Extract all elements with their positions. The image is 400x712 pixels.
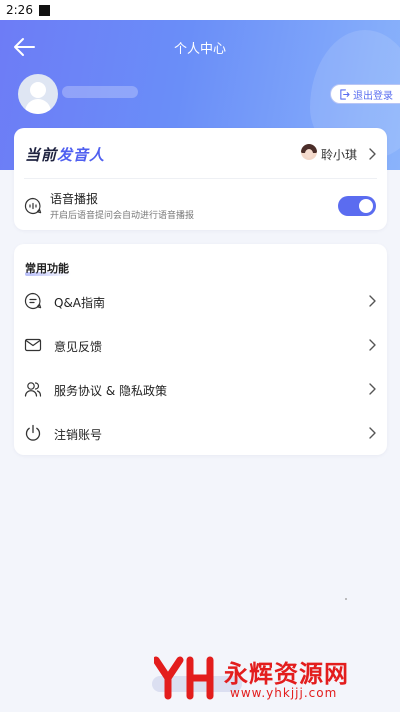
current-speaker-row[interactable]: 当前发音人 聆小琪 [14,128,387,178]
notification-icon [38,4,50,16]
toggle-knob [359,199,373,213]
chevron-right-icon [369,295,376,307]
menu-item-cancel-account[interactable]: 注销账号 [14,413,387,453]
page-title: 个人中心 [173,42,226,57]
speaker-name: 聆小琪 [321,148,358,162]
voice-broadcast-description: 开启后语音提问会自动进行语音播报 [50,211,195,221]
menu-item-label: 注销账号 [54,428,103,442]
menu-item-label: 意见反馈 [54,340,103,354]
speaker-avatar [301,144,317,160]
power-icon [25,424,41,441]
envelope-icon [24,338,42,352]
menu-item-feedback[interactable]: 意见反馈 [14,325,387,365]
chevron-right-icon [369,148,376,160]
users-icon [24,382,42,397]
chevron-right-icon [369,339,376,351]
common-functions-card: 常用功能 Q&A指南 意见反馈 服务协议 & 隐私政策 注销账号 [14,244,387,455]
menu-item-qa-guide[interactable]: Q&A指南 [14,281,387,321]
voice-broadcast-toggle[interactable] [338,196,376,216]
section-title: 常用功能 [25,262,69,275]
user-name-placeholder [62,86,138,98]
chat-bubble-icon [24,292,42,310]
logout-button[interactable]: 退出登录 [330,84,400,104]
status-time: 2:26 [6,3,33,17]
logout-label: 退出登录 [353,90,393,102]
site-watermark: 永辉资源网 www.yhkjjj.com [144,652,400,706]
divider [24,178,377,179]
menu-item-label: 服务协议 & 隐私政策 [54,384,167,398]
avatar[interactable] [18,74,58,114]
decorative-dot [345,598,347,600]
menu-item-label: Q&A指南 [54,296,106,310]
watermark-url: www.yhkjjj.com [230,686,338,700]
watermark-name: 永辉资源网 [224,660,349,688]
voice-broadcast-title: 语音播报 [50,192,99,206]
menu-item-service-privacy[interactable]: 服务协议 & 隐私政策 [14,369,387,409]
status-bar: 2:26 [0,0,400,20]
watermark-logo-icon [154,656,214,700]
chevron-right-icon [369,383,376,395]
current-speaker-heading: 当前发音人 [25,146,106,164]
voice-broadcast-icon [24,197,42,215]
speaker-card: 当前发音人 聆小琪 语音播报 开启后语音提问会自动进行语音播报 [14,128,387,230]
chevron-right-icon [369,427,376,439]
logout-icon [340,88,350,100]
